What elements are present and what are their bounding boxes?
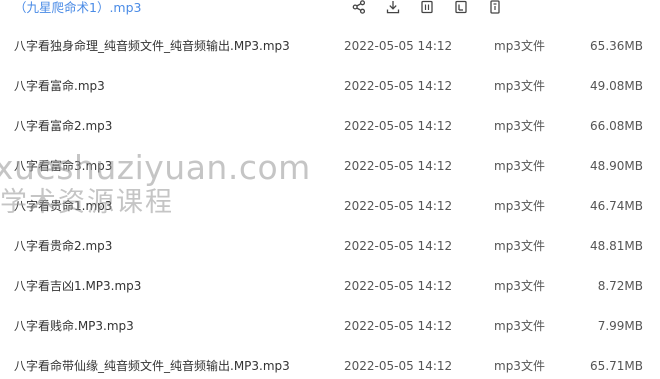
- file-type: mp3文件: [494, 39, 545, 53]
- file-size: 46.74MB: [590, 199, 643, 213]
- file-size: 8.72MB: [597, 279, 643, 293]
- file-type: mp3文件: [494, 359, 545, 373]
- download-button[interactable]: [376, 0, 410, 16]
- file-name: 八字看吉凶1.MP3.mp3: [14, 279, 142, 293]
- file-list: 八字看独身命理_纯音频文件_纯音频输出.MP3.mp3 2022-05-05 1…: [0, 26, 660, 379]
- file-size: 66.08MB: [590, 119, 643, 133]
- file-size: 49.08MB: [590, 79, 643, 93]
- file-date: 2022-05-05 14:12: [344, 239, 453, 253]
- file-size: 65.36MB: [590, 39, 643, 53]
- file-row[interactable]: 八字看命带仙缘_纯音频文件_纯音频输出.MP3.mp3 2022-05-05 1…: [0, 346, 660, 379]
- file-date: 2022-05-05 14:12: [344, 359, 453, 373]
- file-name: 八字看富命3.mp3: [14, 159, 113, 173]
- more-icon: [490, 0, 500, 14]
- more-button[interactable]: [478, 0, 512, 16]
- file-row[interactable]: 八字看富命3.mp3 2022-05-05 14:12 mp3文件 48.90M…: [0, 146, 660, 186]
- file-date: 2022-05-05 14:12: [344, 119, 453, 133]
- file-type: mp3文件: [494, 319, 545, 333]
- file-size: 48.81MB: [590, 239, 643, 253]
- file-row[interactable]: 八字看富命2.mp3 2022-05-05 14:12 mp3文件 66.08M…: [0, 106, 660, 146]
- share-button[interactable]: [342, 0, 376, 16]
- file-date: 2022-05-05 14:12: [344, 319, 453, 333]
- selected-file-bar: （九星爬命术1）.mp3: [0, 0, 660, 19]
- delete-button[interactable]: [410, 0, 444, 16]
- file-name: 八字看贵命2.mp3: [14, 239, 113, 253]
- file-list-page: （九星爬命术1）.mp3 八字看独身命理_纯音频文件_纯音频输出.MP3.mp3…: [0, 0, 660, 379]
- delete-icon: [421, 0, 433, 14]
- file-name: 八字看贱命.MP3.mp3: [14, 319, 134, 333]
- file-size: 48.90MB: [590, 159, 643, 173]
- file-row[interactable]: 八字看贱命.MP3.mp3 2022-05-05 14:12 mp3文件 7.9…: [0, 306, 660, 346]
- file-type: mp3文件: [494, 119, 545, 133]
- file-type: mp3文件: [494, 159, 545, 173]
- file-type: mp3文件: [494, 239, 545, 253]
- file-name: 八字看富命2.mp3: [14, 119, 113, 133]
- file-row[interactable]: 八字看吉凶1.MP3.mp3 2022-05-05 14:12 mp3文件 8.…: [0, 266, 660, 306]
- selected-file-name[interactable]: （九星爬命术1）.mp3: [14, 0, 142, 16]
- file-date: 2022-05-05 14:12: [344, 39, 453, 53]
- file-row[interactable]: 八字看贵命2.mp3 2022-05-05 14:12 mp3文件 48.81M…: [0, 226, 660, 266]
- file-size: 7.99MB: [597, 319, 643, 333]
- file-name: 八字看独身命理_纯音频文件_纯音频输出.MP3.mp3: [14, 39, 290, 53]
- rename-icon: [455, 0, 467, 14]
- file-date: 2022-05-05 14:12: [344, 199, 453, 213]
- file-name: 八字看命带仙缘_纯音频文件_纯音频输出.MP3.mp3: [14, 359, 290, 373]
- file-row[interactable]: 八字看独身命理_纯音频文件_纯音频输出.MP3.mp3 2022-05-05 1…: [0, 26, 660, 66]
- file-type: mp3文件: [494, 199, 545, 213]
- file-date: 2022-05-05 14:12: [344, 279, 453, 293]
- file-row[interactable]: 八字看富命.mp3 2022-05-05 14:12 mp3文件 49.08MB: [0, 66, 660, 106]
- file-date: 2022-05-05 14:12: [344, 79, 453, 93]
- file-date: 2022-05-05 14:12: [344, 159, 453, 173]
- file-name: 八字看贵命1.mp3: [14, 199, 113, 213]
- file-type: mp3文件: [494, 79, 545, 93]
- file-type: mp3文件: [494, 279, 545, 293]
- file-toolbar: [342, 0, 512, 16]
- rename-button[interactable]: [444, 0, 478, 16]
- file-size: 65.71MB: [590, 359, 643, 373]
- file-row[interactable]: 八字看贵命1.mp3 2022-05-05 14:12 mp3文件 46.74M…: [0, 186, 660, 226]
- download-icon: [386, 1, 400, 14]
- file-name: 八字看富命.mp3: [14, 79, 105, 93]
- share-icon: [352, 0, 366, 14]
